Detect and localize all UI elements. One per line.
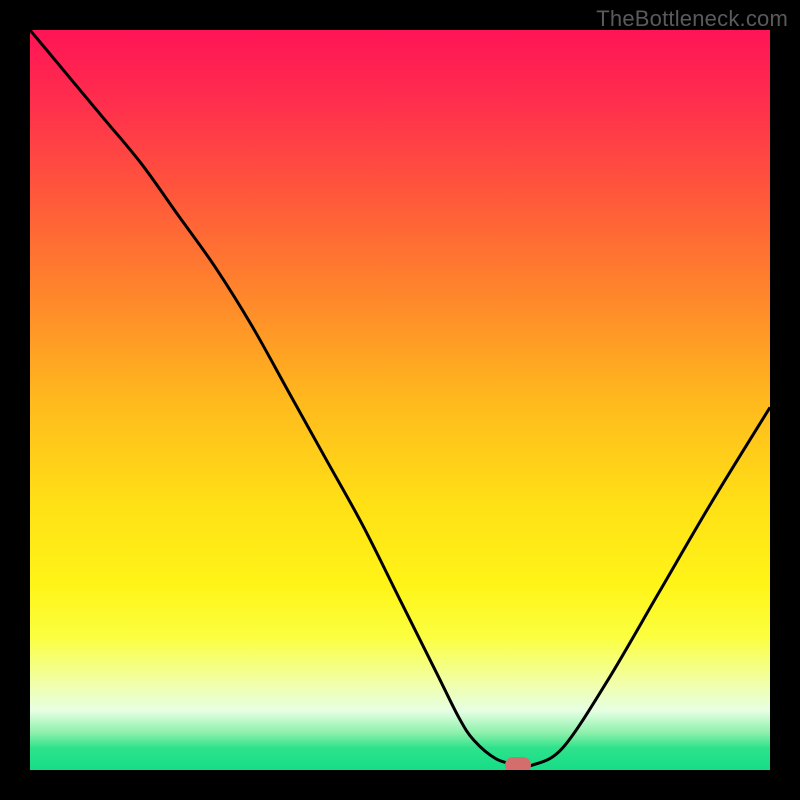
chart-frame: TheBottleneck.com xyxy=(0,0,800,800)
bottleneck-curve xyxy=(30,30,770,766)
curve-svg xyxy=(30,30,770,770)
min-marker xyxy=(505,757,531,770)
plot-area xyxy=(30,30,770,770)
watermark-text: TheBottleneck.com xyxy=(596,6,788,32)
